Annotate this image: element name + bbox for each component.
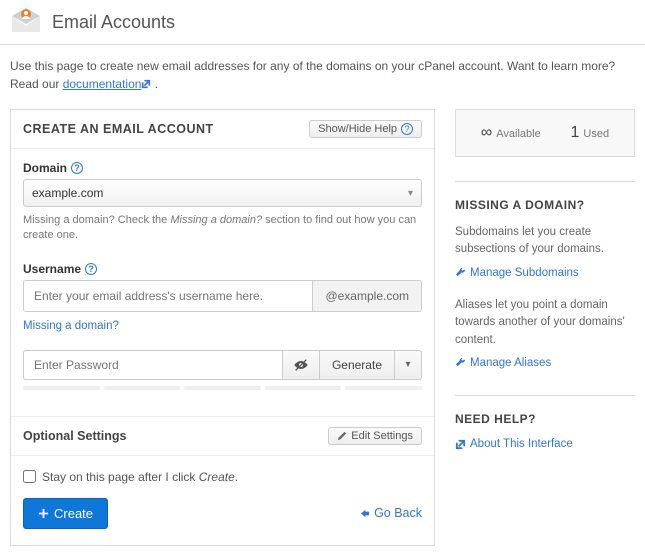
- create-button[interactable]: Create: [23, 498, 108, 529]
- help-icon[interactable]: ?: [85, 263, 97, 275]
- used-stat: 1 Used: [571, 124, 610, 142]
- wrench-icon: [455, 267, 466, 278]
- show-hide-help-button[interactable]: Show/Hide Help ?: [309, 120, 422, 138]
- go-back-link[interactable]: Go Back: [359, 506, 422, 520]
- need-help-section: NEED HELP? About This Interface: [455, 395, 635, 453]
- email-accounts-icon: [10, 6, 42, 38]
- username-label: Username: [23, 262, 81, 276]
- page-header: Email Accounts: [0, 0, 645, 45]
- arrow-left-icon: [359, 508, 370, 519]
- create-panel-title: CREATE AN EMAIL ACCOUNT: [23, 122, 214, 136]
- available-stat: ∞ Available: [481, 124, 541, 142]
- password-input[interactable]: [23, 350, 282, 380]
- edit-settings-button[interactable]: Edit Settings: [328, 427, 422, 445]
- missing-domain-link[interactable]: Missing a domain?: [23, 320, 119, 332]
- password-strength-meter: [23, 386, 422, 390]
- create-panel: CREATE AN EMAIL ACCOUNT Show/Hide Help ?…: [10, 109, 435, 546]
- stats-box: ∞ Available 1 Used: [455, 109, 635, 157]
- about-interface-link[interactable]: About This Interface: [455, 438, 573, 450]
- password-options-dropdown[interactable]: ▾: [394, 350, 422, 380]
- intro-text: Use this page to create new email addres…: [0, 45, 645, 109]
- plus-icon: [38, 508, 49, 519]
- manage-aliases-link[interactable]: Manage Aliases: [455, 357, 551, 369]
- manage-subdomains-link[interactable]: Manage Subdomains: [455, 267, 579, 279]
- username-input[interactable]: [24, 281, 312, 311]
- wrench-icon: [455, 357, 466, 368]
- eye-off-icon: [293, 357, 309, 373]
- help-icon[interactable]: ?: [71, 162, 83, 174]
- domain-label: Domain: [23, 161, 67, 175]
- generate-password-button[interactable]: Generate: [319, 350, 394, 380]
- external-link-icon: [455, 439, 466, 450]
- toggle-password-visibility-button[interactable]: [282, 350, 319, 380]
- help-icon: ?: [401, 123, 413, 135]
- domain-hint: Missing a domain? Check the Missing a do…: [23, 213, 422, 244]
- stay-on-page-checkbox[interactable]: [23, 470, 36, 483]
- domain-select[interactable]: example.com: [23, 179, 422, 207]
- stay-on-page-label[interactable]: Stay on this page after I click Create.: [23, 470, 422, 484]
- username-domain-suffix: @example.com: [312, 281, 421, 311]
- documentation-link[interactable]: documentation: [63, 77, 152, 91]
- missing-domain-section: MISSING A DOMAIN? Subdomains let you cre…: [455, 181, 635, 371]
- sidebar: ∞ Available 1 Used MISSING A DOMAIN? Sub…: [455, 109, 635, 546]
- optional-settings-title: Optional Settings: [23, 429, 126, 443]
- pencil-icon: [337, 431, 347, 441]
- page-title: Email Accounts: [52, 12, 175, 33]
